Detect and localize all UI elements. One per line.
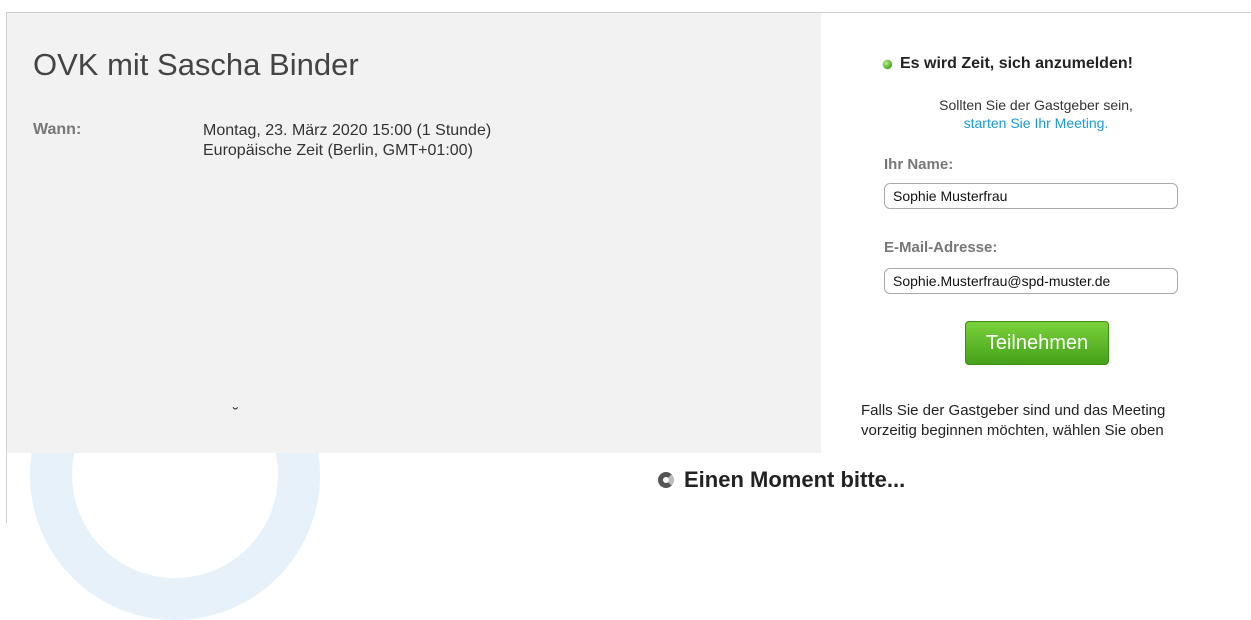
meeting-details-panel: OVK mit Sascha Binder Wann: Montag, 23. … — [7, 13, 821, 453]
email-label: E-Mail-Adresse: — [884, 239, 998, 256]
email-field[interactable] — [884, 268, 1178, 294]
name-field[interactable] — [884, 183, 1178, 209]
spinner-icon — [658, 472, 674, 488]
host-info-line-1: Falls Sie der Gastgeber sind und das Mee… — [861, 402, 1166, 419]
start-meeting-link[interactable]: starten Sie Ihr Meeting. — [821, 114, 1251, 132]
when-label: Wann: — [33, 121, 82, 138]
join-button[interactable]: Teilnehmen — [965, 321, 1109, 365]
join-panel: Es wird Zeit, sich anzumelden! Sollten S… — [821, 13, 1251, 453]
stray-mark: ˘ — [233, 406, 239, 423]
meeting-date: Montag, 23. März 2020 15:00 (1 Stunde) — [203, 122, 492, 139]
status-text: Es wird Zeit, sich anzumelden! — [900, 55, 1133, 72]
name-label: Ihr Name: — [884, 156, 954, 173]
green-status-dot-icon — [883, 59, 892, 69]
host-prompt: Sollten Sie der Gastgeber sein, starten … — [821, 96, 1251, 132]
meeting-timezone: Europäische Zeit (Berlin, GMT+01:00) — [203, 142, 473, 159]
host-prompt-text: Sollten Sie der Gastgeber sein, — [939, 97, 1133, 113]
loading-text: Einen Moment bitte... — [684, 467, 906, 492]
status-row: Es wird Zeit, sich anzumelden! — [883, 55, 1133, 73]
meeting-title: OVK mit Sascha Binder — [33, 47, 359, 82]
host-info-line-2: vorzeitig beginnen möchten, wählen Sie o… — [861, 422, 1164, 439]
loading-indicator: Einen Moment bitte... — [658, 467, 905, 493]
host-info-text: Falls Sie der Gastgeber sind und das Mee… — [861, 401, 1231, 441]
when-value: Montag, 23. März 2020 15:00 (1 Stunde) E… — [203, 121, 491, 161]
